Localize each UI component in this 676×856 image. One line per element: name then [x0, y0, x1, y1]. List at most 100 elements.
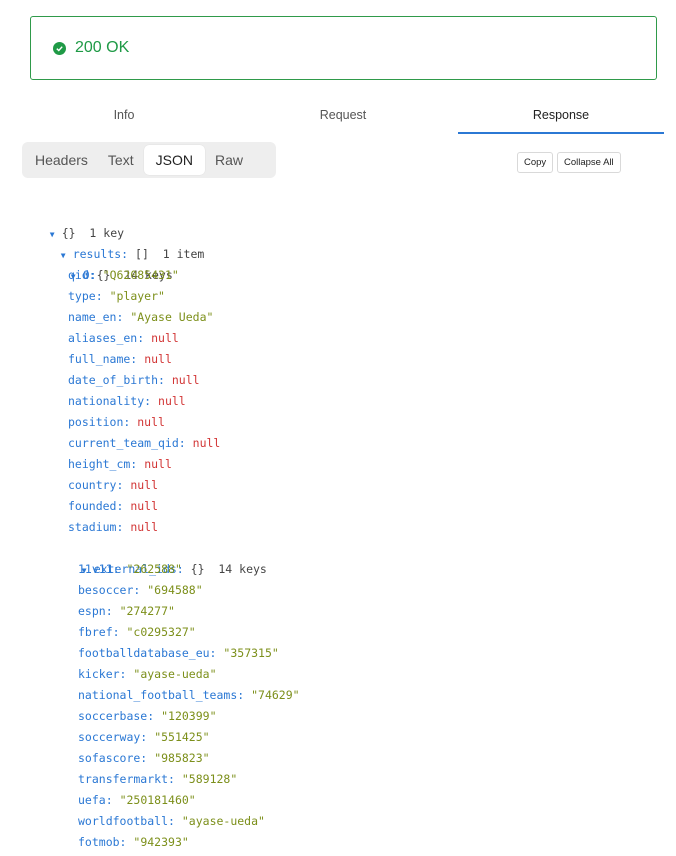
field-value: null [144, 352, 172, 366]
field-value: "274277" [119, 604, 175, 618]
field-key: fotmob: [78, 835, 127, 849]
tab-request[interactable]: Request [234, 100, 452, 132]
collapse-all-button[interactable]: Collapse All [557, 152, 621, 173]
field-value: "551425" [154, 730, 210, 744]
field-key: position: [68, 415, 131, 429]
field-key: qid: [68, 268, 96, 282]
field-value: "250181460" [119, 793, 196, 807]
tab-response[interactable]: Response [458, 100, 664, 134]
json-field-row: footballdatabase_eu: "357315" [78, 643, 279, 664]
json-field-row: current_team_qid: null [68, 433, 220, 454]
view-text-button[interactable]: Text [98, 145, 144, 175]
json-field-row: uefa: "250181460" [78, 790, 196, 811]
tab-info[interactable]: Info [14, 100, 234, 132]
json-field-row: transfermarkt: "589128" [78, 769, 237, 790]
json-field-row: fbref: "c0295327" [78, 622, 196, 643]
check-circle-icon [53, 41, 66, 55]
tree-item-row: ▼ 0:{} 14 keys [43, 244, 173, 282]
json-field-row: position: null [68, 412, 165, 433]
field-value: null [130, 499, 159, 513]
view-headers-button[interactable]: Headers [25, 145, 98, 175]
json-field-row: nationality: null [68, 391, 186, 412]
field-key: name_en: [68, 310, 124, 324]
tree-root-row: ▼{} 1 key [22, 202, 124, 240]
json-field-row: 11v11: "262588" [78, 559, 182, 580]
json-field-row: full_name: null [68, 349, 172, 370]
tree-results-row: ▼ results: [] 1 item [33, 223, 205, 261]
field-key: stadium: [68, 520, 124, 534]
field-value: "120399" [161, 709, 217, 723]
field-value: "ayase-ueda" [181, 814, 265, 828]
status-text: 200 OK [75, 39, 130, 56]
field-value: null [130, 520, 159, 534]
field-value: "c0295327" [126, 625, 196, 639]
field-value: "player" [109, 289, 165, 303]
view-raw-button[interactable]: Raw [205, 145, 253, 175]
json-field-row: stadium: null [68, 517, 158, 538]
response-tabs: Info Request Response [14, 100, 664, 134]
copy-button[interactable]: Copy [517, 152, 554, 173]
json-field-row: date_of_birth: null [68, 370, 200, 391]
json-field-row: national_football_teams: "74629" [78, 685, 300, 706]
field-value: "942393" [133, 835, 189, 849]
external-ids-meta: 14 keys [218, 562, 267, 576]
field-key: aliases_en: [68, 331, 145, 345]
tree-external-ids-row: ▼ external_ids: {} 14 keys [54, 538, 267, 576]
json-field-row: founded: null [68, 496, 158, 517]
field-key: uefa: [78, 793, 113, 807]
field-key: height_cm: [68, 457, 138, 471]
json-field-row: espn: "274277" [78, 601, 175, 622]
field-value: null [144, 457, 172, 471]
field-key: country: [68, 478, 124, 492]
field-value: "985823" [154, 751, 210, 765]
field-value: "74629" [251, 688, 300, 702]
json-field-row: sofascore: "985823" [78, 748, 210, 769]
field-value: "262588" [126, 562, 182, 576]
field-key: current_team_qid: [68, 436, 186, 450]
view-mode-switch: Headers Text JSON Raw [22, 142, 276, 178]
field-key: footballdatabase_eu: [78, 646, 217, 660]
field-key: soccerway: [78, 730, 148, 744]
field-key: sofascore: [78, 751, 148, 765]
status-banner: 200 OK [30, 16, 657, 80]
field-value: null [158, 394, 186, 408]
field-value: "589128" [181, 772, 238, 786]
field-value: null [171, 373, 200, 387]
field-value: "Ayase Ueda" [130, 310, 214, 324]
json-field-row: soccerway: "551425" [78, 727, 210, 748]
json-field-row: fotmob: "942393" [78, 832, 189, 853]
field-key: type: [68, 289, 103, 303]
json-field-row: besoccer: "694588" [78, 580, 203, 601]
field-key: national_football_teams: [78, 688, 245, 702]
json-field-row: soccerbase: "120399" [78, 706, 217, 727]
field-value: null [130, 478, 159, 492]
field-key: nationality: [68, 394, 152, 408]
field-key: kicker: [78, 667, 127, 681]
field-value: "357315" [223, 646, 279, 660]
view-json-button[interactable]: JSON [143, 145, 205, 175]
field-key: espn: [78, 604, 113, 618]
field-value: null [192, 436, 221, 450]
field-key: besoccer: [78, 583, 141, 597]
json-field-row: worldfootball: "ayase-ueda" [78, 811, 265, 832]
json-field-row: kicker: "ayase-ueda" [78, 664, 217, 685]
field-value: null [137, 415, 165, 429]
field-value: "694588" [147, 583, 203, 597]
field-key: transfermarkt: [78, 772, 175, 786]
field-key: founded: [68, 499, 124, 513]
json-field-row: qid: "Q62085431" [68, 265, 179, 286]
field-value: "Q62085431" [102, 268, 179, 282]
field-value: null [151, 331, 179, 345]
field-key: fbref: [78, 625, 120, 639]
json-field-row: name_en: "Ayase Ueda" [68, 307, 213, 328]
field-value: "ayase-ueda" [133, 667, 217, 681]
json-field-row: type: "player" [68, 286, 165, 307]
external-ids-brace: {} [190, 562, 205, 576]
json-field-row: aliases_en: null [68, 328, 179, 349]
field-key: 11v11: [78, 562, 120, 576]
json-field-row: height_cm: null [68, 454, 172, 475]
field-key: soccerbase: [78, 709, 155, 723]
field-key: full_name: [68, 352, 138, 366]
field-key: worldfootball: [78, 814, 175, 828]
field-key: date_of_birth: [68, 373, 165, 387]
